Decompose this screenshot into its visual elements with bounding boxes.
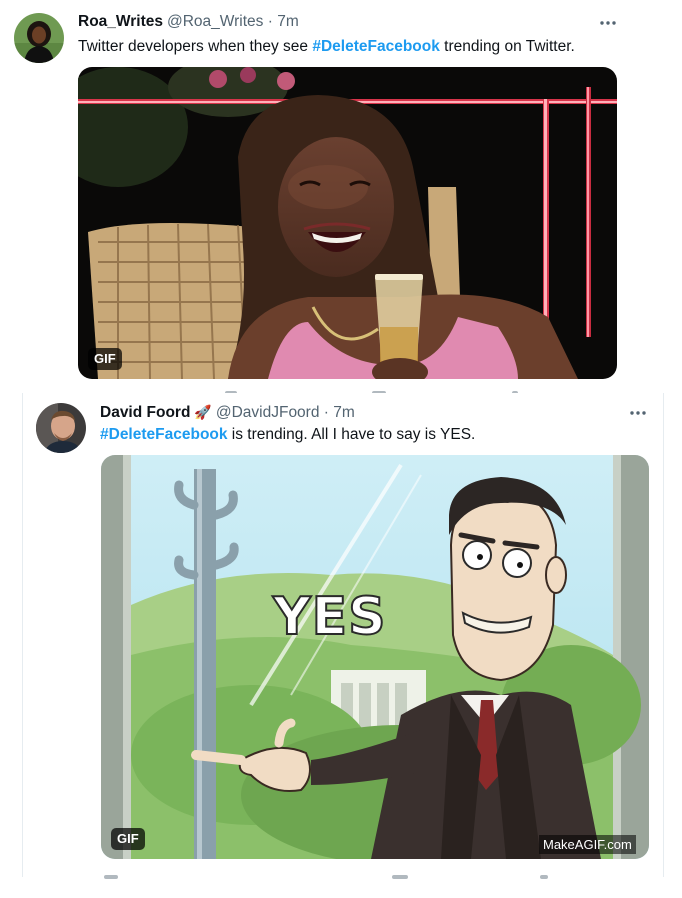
cartoon-man-yes-gif-image (101, 455, 649, 859)
tweet-text-part: is trending. All I have to say is YES. (227, 426, 476, 443)
display-name[interactable]: David Foord (100, 404, 190, 421)
user-handle[interactable]: @Roa_Writes (167, 13, 263, 30)
more-options-button[interactable] (597, 14, 619, 32)
tweet-text-part: trending on Twitter. (439, 38, 575, 55)
more-options-button[interactable] (627, 404, 649, 422)
tweet-roa-writes[interactable]: Roa_Writes @Roa_Writes · 7m Twitter devel… (0, 0, 640, 392)
tweet-header: Roa_Writes @Roa_Writes · 7m (78, 12, 299, 32)
avatar[interactable] (14, 13, 64, 63)
tweet-david-foord[interactable]: David Foord 🚀 @DavidJFoord · 7m #DeleteFac… (22, 393, 664, 877)
action-bar-fragment (392, 875, 408, 879)
tweet-text: #DeleteFacebook is trending. All I have … (100, 425, 475, 445)
tweet-header: David Foord 🚀 @DavidJFoord · 7m (100, 402, 355, 423)
timestamp[interactable]: 7m (333, 404, 355, 421)
tweet-text-part: Twitter developers when they see (78, 38, 313, 55)
tweet-text: Twitter developers when they see #Delete… (78, 37, 575, 57)
hashtag-link[interactable]: #DeleteFacebook (312, 38, 440, 55)
rocket-icon: 🚀 (194, 404, 212, 420)
makeagif-watermark: MakeAGIF.com (539, 835, 636, 854)
more-icon (630, 411, 646, 415)
tweet-gif-media[interactable]: YES GIF MakeAGIF.com (101, 455, 649, 859)
gif-badge: GIF (111, 828, 145, 850)
avatar[interactable] (36, 403, 86, 453)
timestamp[interactable]: 7m (277, 13, 299, 30)
hashtag-link[interactable]: #DeleteFacebook (100, 426, 228, 443)
more-icon (600, 21, 616, 25)
action-bar-fragment (104, 875, 118, 879)
display-name[interactable]: Roa_Writes (78, 13, 163, 30)
laughing-woman-gif-image (78, 67, 617, 379)
tweet-gif-media[interactable]: GIF (78, 67, 617, 379)
dot-separator: · (263, 13, 278, 30)
user-handle[interactable]: @DavidJFoord (216, 404, 320, 421)
action-bar-fragment (540, 875, 548, 879)
gif-badge: GIF (88, 348, 122, 370)
dot-separator: · (319, 404, 334, 421)
yes-caption: YES (272, 587, 387, 647)
